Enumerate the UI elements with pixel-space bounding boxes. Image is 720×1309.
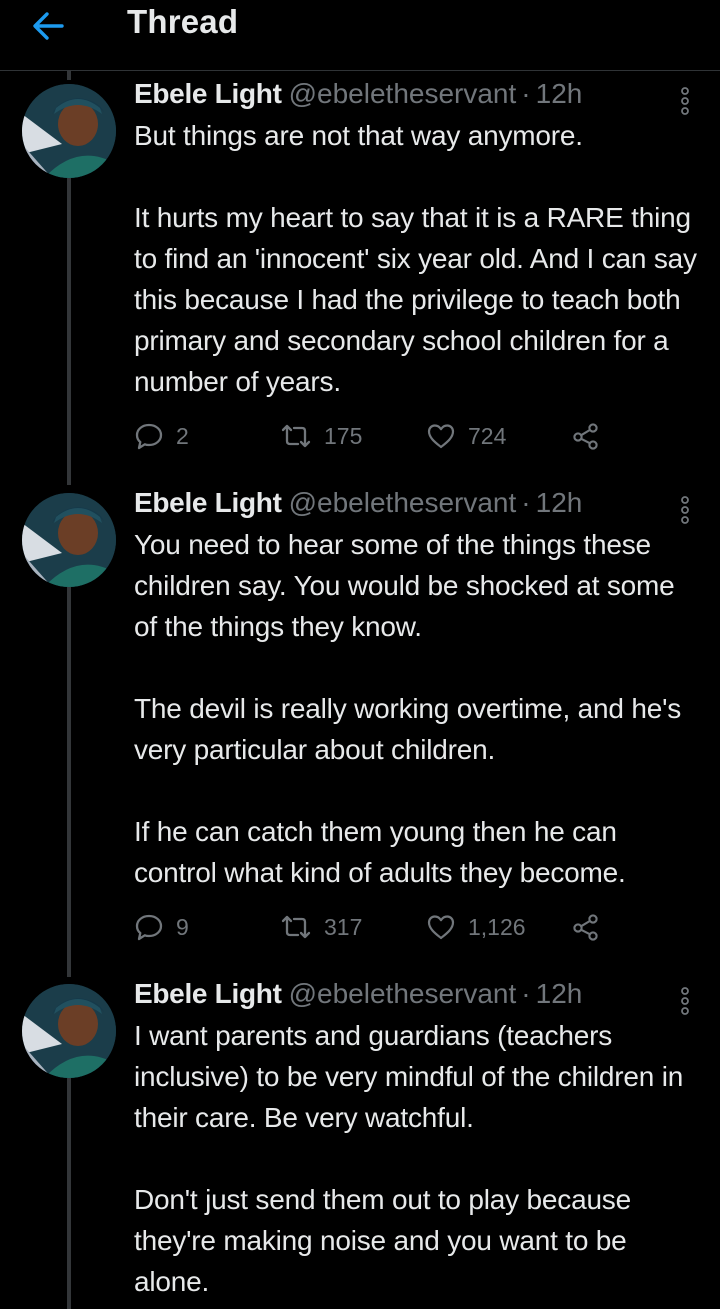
share-icon bbox=[573, 914, 598, 941]
retweet-button[interactable]: 175 bbox=[280, 416, 362, 456]
like-count: 724 bbox=[468, 422, 507, 449]
heart-icon bbox=[427, 424, 455, 449]
tweet[interactable]: Ebele Light @ebeletheservant · 12h You n… bbox=[0, 487, 720, 977]
tweet-text: You need to hear some of the things thes… bbox=[134, 529, 682, 888]
more-vertical-icon bbox=[681, 496, 689, 524]
tweet-text: But things are not that way anymore. It … bbox=[134, 120, 697, 397]
tweet-text: I want parents and guardians (teachers i… bbox=[134, 1020, 684, 1297]
tweet-time[interactable]: 12h bbox=[536, 78, 583, 110]
separator: · bbox=[521, 487, 531, 518]
author-name[interactable]: Ebele Light bbox=[134, 78, 282, 110]
author-name[interactable]: Ebele Light bbox=[134, 978, 282, 1010]
reply-icon bbox=[135, 914, 163, 941]
author-handle[interactable]: @ebeletheservant bbox=[289, 78, 517, 110]
avatar[interactable] bbox=[22, 493, 116, 587]
like-count: 1,126 bbox=[468, 913, 526, 940]
more-button[interactable] bbox=[672, 984, 698, 1018]
author-handle[interactable]: @ebeletheservant bbox=[289, 978, 517, 1010]
tweet-header: Ebele Light @ebeletheservant · 12h bbox=[134, 978, 582, 1018]
more-button[interactable] bbox=[672, 493, 698, 527]
heart-icon bbox=[427, 915, 455, 940]
avatar[interactable] bbox=[22, 84, 116, 178]
author-name[interactable]: Ebele Light bbox=[134, 487, 282, 519]
retweet-icon bbox=[281, 424, 311, 448]
share-button[interactable] bbox=[571, 907, 601, 947]
tweet-time[interactable]: 12h bbox=[536, 487, 583, 519]
thread-header: Thread bbox=[0, 0, 720, 71]
tweet-time[interactable]: 12h bbox=[536, 978, 583, 1010]
tweet-header: Ebele Light @ebeletheservant · 12h bbox=[134, 78, 582, 118]
more-button[interactable] bbox=[672, 84, 698, 118]
page-title: Thread bbox=[127, 3, 239, 40]
like-button[interactable]: 724 bbox=[426, 416, 506, 456]
tweet-header: Ebele Light @ebeletheservant · 12h bbox=[134, 487, 582, 527]
retweet-button[interactable]: 317 bbox=[280, 907, 362, 947]
reply-count: 2 bbox=[176, 422, 189, 449]
share-icon bbox=[573, 423, 598, 450]
reply-button[interactable]: 2 bbox=[134, 416, 189, 456]
retweet-icon bbox=[281, 915, 311, 939]
back-arrow-icon bbox=[33, 12, 64, 40]
reply-count: 9 bbox=[176, 913, 189, 940]
like-button[interactable]: 1,126 bbox=[426, 907, 526, 947]
more-vertical-icon bbox=[681, 87, 689, 115]
reply-icon bbox=[135, 423, 163, 450]
author-handle[interactable]: @ebeletheservant bbox=[289, 487, 517, 519]
tweet-actions: 2 175 724 bbox=[134, 416, 634, 456]
tweet[interactable]: Ebele Light @ebeletheservant · 12h I wan… bbox=[0, 978, 720, 1309]
separator: · bbox=[521, 978, 531, 1009]
retweet-count: 175 bbox=[324, 422, 363, 449]
tweet[interactable]: Ebele Light @ebeletheservant · 12h But t… bbox=[0, 78, 720, 478]
back-button[interactable] bbox=[28, 8, 68, 44]
retweet-count: 317 bbox=[324, 913, 363, 940]
reply-button[interactable]: 9 bbox=[134, 907, 189, 947]
share-button[interactable] bbox=[571, 416, 601, 456]
tweet-actions: 9 317 1,126 bbox=[134, 907, 634, 947]
separator: · bbox=[521, 78, 531, 109]
avatar[interactable] bbox=[22, 984, 116, 1078]
more-vertical-icon bbox=[681, 987, 689, 1015]
